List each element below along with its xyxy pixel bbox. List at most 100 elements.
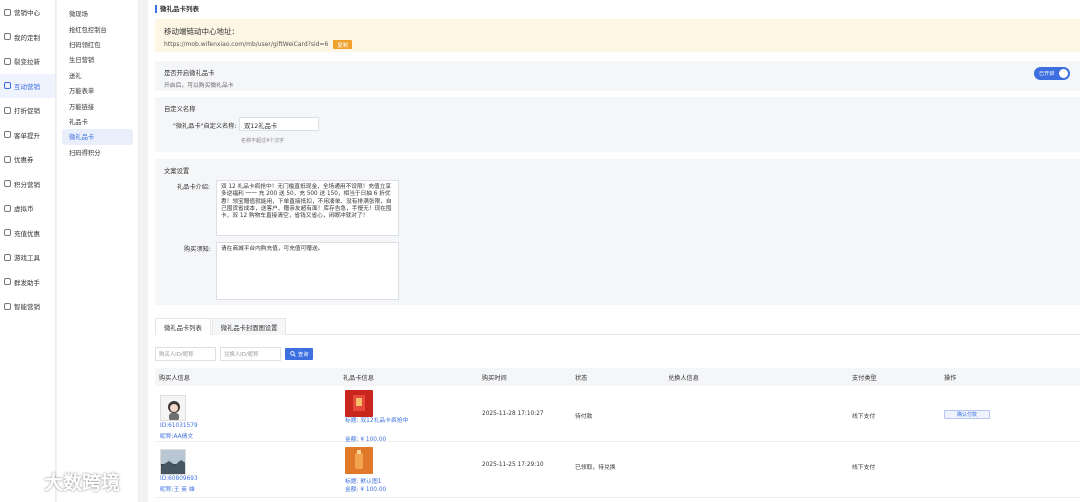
- order-status: 待付款: [575, 414, 593, 420]
- sidebar-item-recharge[interactable]: 充值优惠: [0, 221, 55, 246]
- search-button[interactable]: 查询: [285, 348, 314, 360]
- sidebar-item-label: 充值优惠: [14, 229, 40, 238]
- search-bar: 购买人ID/昵称 兑换人ID/昵称 查询: [155, 347, 314, 361]
- custom-name-section: 自定义名称 "微礼品卡"自定义名称: 双12礼品卡 名称不超过4个汉字: [155, 97, 1080, 152]
- marketing-center-icon: [4, 8, 11, 16]
- purchase-time: 2025-11-28 17:10:27: [482, 411, 544, 417]
- sidebar-item-game-tools[interactable]: 游戏工具: [0, 245, 55, 270]
- card-title[interactable]: 标题: 双12礼品卡疯抢中: [345, 418, 415, 426]
- buyer-nickname[interactable]: 昵称:AA倩文: [160, 431, 193, 440]
- coupon-icon: [4, 155, 11, 163]
- header-redeemer: 兑换人信息: [668, 375, 699, 382]
- pay-type: 线下支付: [852, 465, 876, 471]
- gift-card-image: [345, 390, 373, 417]
- subnav-item-gift[interactable]: 送礼: [62, 68, 133, 83]
- secondary-nav: 微现场 抢红包控制台 扫码领红包 生日营销 送礼 万能表单 万能链接 礼品卡 微…: [57, 0, 139, 502]
- copy-url-button[interactable]: 复制: [333, 40, 353, 49]
- sidebar-item-fission[interactable]: 裂变拉新: [0, 49, 55, 74]
- subnav-item-link[interactable]: 万能链接: [62, 98, 133, 113]
- sidebar-item-smart[interactable]: 智能营销: [0, 294, 55, 319]
- tab-bar: 微礼品卡列表 微礼品卡封面图设置: [155, 318, 1080, 335]
- interactive-icon: [4, 82, 11, 90]
- enable-label: 是否开启微礼品卡: [164, 70, 215, 77]
- watermark: 大数跨境: [10, 468, 120, 495]
- mobile-url: https://mob.wifenxiao.com/mb/user/giftWe…: [164, 41, 329, 48]
- sidebar-item-label: 群发助手: [14, 278, 40, 287]
- enable-toggle[interactable]: 已开启: [1034, 67, 1070, 80]
- game-icon: [4, 253, 11, 261]
- sidebar-item-label: 营销中心: [14, 9, 40, 18]
- sidebar-item-virtual-coin[interactable]: 虚拟币: [0, 196, 55, 221]
- sidebar-item-my-custom[interactable]: 我的定制: [0, 25, 55, 50]
- points-icon: [4, 180, 11, 188]
- custom-name-hint: 名称不超过4个汉字: [241, 138, 285, 144]
- gift-card-image: [345, 447, 373, 474]
- smart-icon: [4, 302, 11, 310]
- subnav-item-gift-card[interactable]: 礼品卡: [62, 114, 133, 129]
- coin-icon: [4, 204, 11, 212]
- subnav-item-red-packet-console[interactable]: 抢红包控制台: [62, 21, 133, 36]
- recharge-icon: [4, 229, 11, 237]
- subnav-item-micro-gift-card[interactable]: 微礼品卡: [62, 129, 133, 145]
- custom-name-title: 自定义名称: [164, 106, 196, 113]
- sidebar-item-order-boost[interactable]: 客单提升: [0, 123, 55, 148]
- discount-icon: [4, 106, 11, 114]
- buyer-id[interactable]: ID:60809693: [160, 476, 198, 482]
- primary-sidebar: 营销中心 我的定制 裂变拉新 互动营销 打折促销 客单提升 优惠券 积分营销 虚…: [0, 0, 56, 502]
- buyer-nickname[interactable]: 昵称:王 英 雄: [160, 484, 195, 493]
- watermark-logo-icon: [11, 469, 39, 490]
- table-row: ID:61031579 昵称:AA倩文 标题: 双12礼品卡疯抢中 金额: ¥ …: [155, 386, 1080, 443]
- watermark-text: 大数跨境: [44, 472, 121, 494]
- sidebar-item-label: 虚拟币: [14, 205, 34, 214]
- sidebar-item-label: 我的定制: [14, 33, 40, 42]
- table-row: ID:60809693 昵称:王 英 雄 标题: 默认图1 金额: ¥ 100.…: [155, 442, 1080, 498]
- confirm-payment-button[interactable]: 确认付款: [944, 410, 990, 419]
- intro-label: 礼品卡介绍:: [177, 184, 211, 191]
- notice-title: 移动端链动中心地址：: [164, 27, 239, 36]
- copywriting-section: 文案设置 礼品卡介绍: 双 12 礼品卡疯抢中！无门槛直抵现金，全场通用不设限！…: [155, 159, 1080, 305]
- buyer-id[interactable]: ID:61031579: [160, 423, 198, 429]
- header-buyer: 购买人信息: [159, 375, 190, 382]
- sidebar-item-label: 优惠券: [14, 156, 34, 165]
- purchase-notice-label: 购买须知:: [184, 246, 211, 253]
- sidebar-item-label: 打折促销: [14, 107, 40, 116]
- sidebar-item-points[interactable]: 积分营销: [0, 172, 55, 197]
- avatar: [160, 395, 186, 421]
- sidebar-item-label: 客单提升: [14, 131, 40, 140]
- enable-description: 开启后，可以购买微礼品卡: [164, 83, 234, 89]
- avatar: [160, 449, 186, 475]
- subnav-item-scan-red-packet[interactable]: 扫码领红包: [62, 37, 133, 52]
- subnav-item-scan-points[interactable]: 扫码得积分: [62, 145, 133, 160]
- table-header: 购买人信息 礼品卡信息 购买时间 状态 兑换人信息 支付类型 操作: [155, 368, 1080, 386]
- gift-card-table: 购买人信息 礼品卡信息 购买时间 状态 兑换人信息 支付类型 操作 ID:610…: [155, 368, 1080, 498]
- header-status: 状态: [575, 375, 588, 382]
- toggle-knob: [1059, 69, 1068, 78]
- custom-name-input[interactable]: 双12礼品卡: [239, 117, 319, 131]
- sidebar-item-interactive[interactable]: 互动营销: [0, 73, 55, 98]
- sidebar-item-broadcast[interactable]: 群发助手: [0, 270, 55, 295]
- redeemer-search-input[interactable]: 兑换人ID/昵称: [220, 347, 281, 361]
- sidebar-item-label: 智能营销: [14, 303, 40, 312]
- sidebar-item-marketing-center[interactable]: 营销中心: [0, 0, 55, 25]
- copywriting-title: 文案设置: [164, 168, 190, 175]
- custom-icon: [4, 33, 11, 41]
- subnav-item-birthday[interactable]: 生日营销: [62, 52, 133, 67]
- intro-textarea[interactable]: 双 12 礼品卡疯抢中！无门槛直抵现金，全场通用不设限！充值立享多逆福利 一一 …: [216, 180, 399, 236]
- fission-icon: [4, 57, 11, 65]
- sidebar-item-discount[interactable]: 打折促销: [0, 98, 55, 123]
- subnav-item-form[interactable]: 万能表单: [62, 83, 133, 98]
- buyer-search-input[interactable]: 购买人ID/昵称: [155, 347, 216, 361]
- search-icon: [290, 351, 296, 357]
- order-boost-icon: [4, 131, 11, 139]
- tab-cover-settings[interactable]: 微礼品卡封面图设置: [211, 318, 287, 335]
- page-title: 微礼品卡列表: [155, 5, 199, 13]
- order-status: 已领取，待兑换: [575, 465, 616, 471]
- purchase-notice-textarea[interactable]: 请在商城平台内购充值，可充值可赠送。: [216, 242, 399, 300]
- purchase-time: 2025-11-25 17:29:10: [482, 462, 544, 468]
- pay-type: 线下支付: [852, 414, 876, 420]
- sidebar-item-label: 积分营销: [14, 180, 40, 189]
- sidebar-item-coupon[interactable]: 优惠券: [0, 147, 55, 172]
- tab-card-list[interactable]: 微礼品卡列表: [155, 318, 211, 335]
- subnav-item-live[interactable]: 微现场: [62, 6, 133, 21]
- header-pay-type: 支付类型: [852, 375, 877, 382]
